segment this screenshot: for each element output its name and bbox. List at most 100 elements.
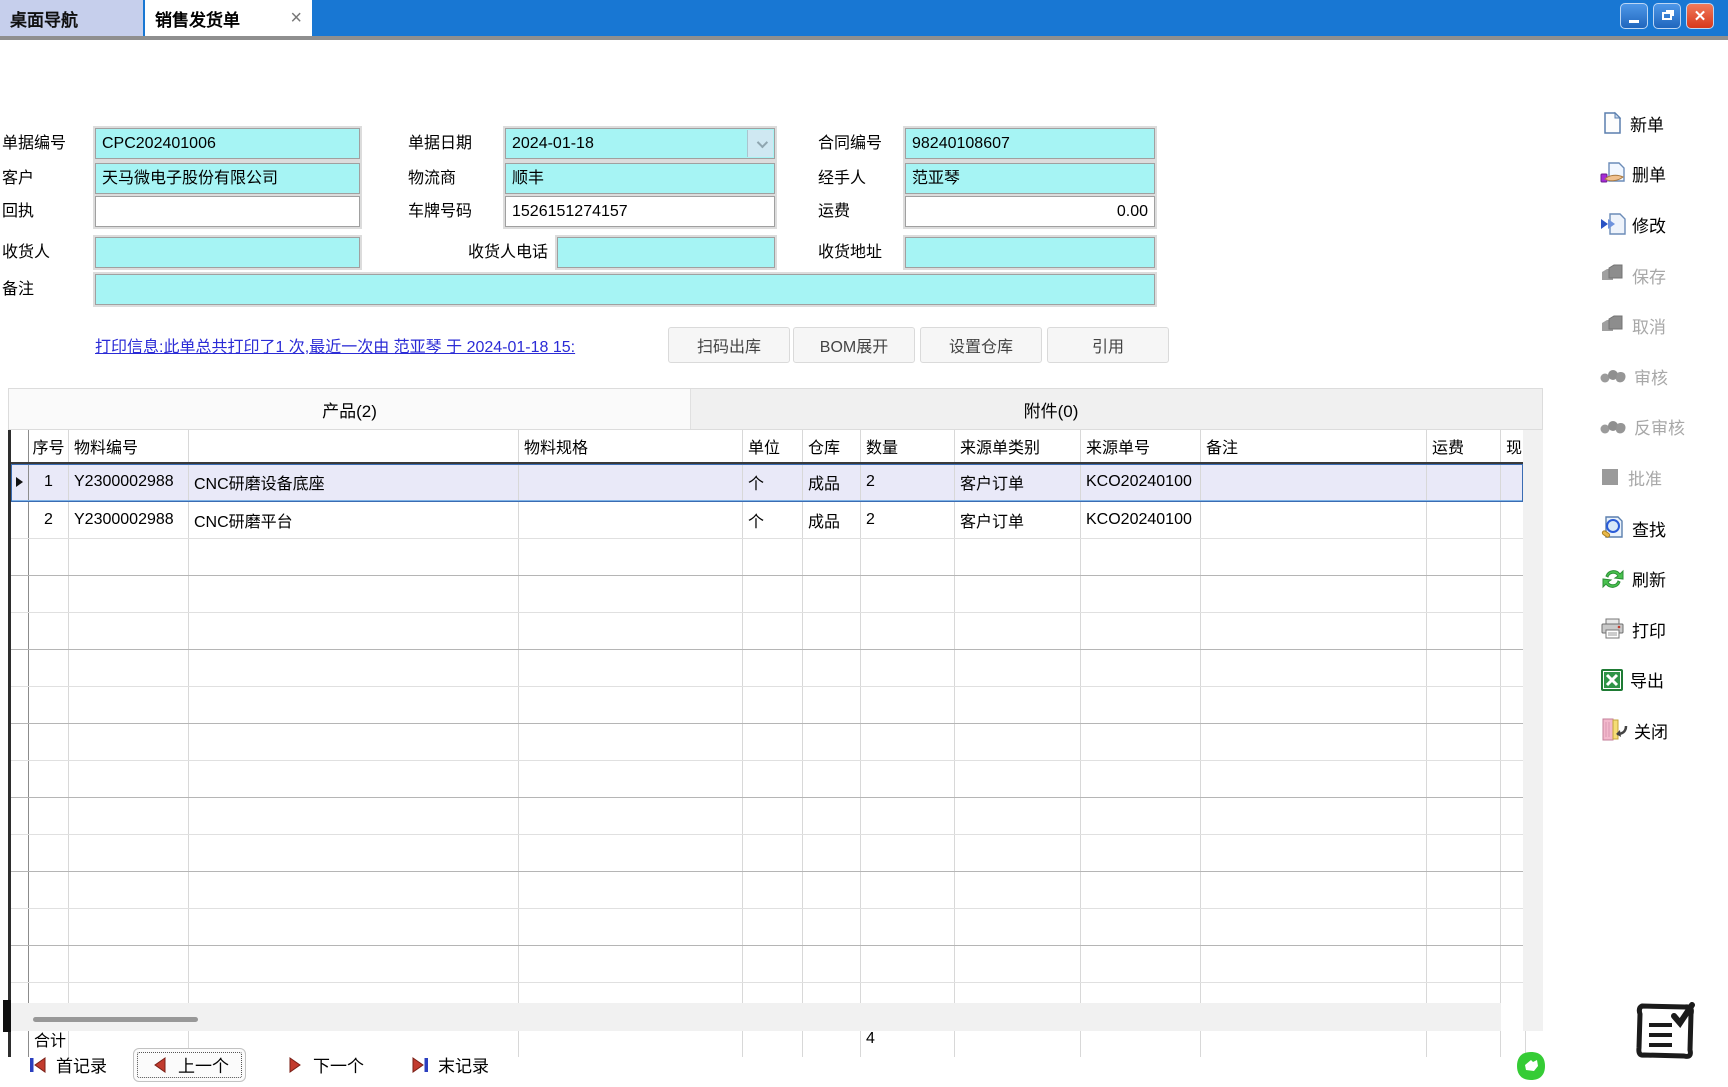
grid-cell[interactable]: KCO20240100 bbox=[1081, 502, 1201, 538]
grid-column-header[interactable]: 序号 bbox=[29, 430, 69, 462]
sidebar-button-refresh[interactable]: 刷新 bbox=[1600, 553, 1726, 604]
grid-cell-empty bbox=[1427, 909, 1501, 945]
grid-cell-empty bbox=[189, 872, 519, 908]
grid-cell[interactable]: 1 bbox=[29, 464, 69, 500]
set-warehouse-button[interactable]: 设置仓库 bbox=[920, 327, 1042, 363]
grid-cell-empty bbox=[743, 576, 803, 612]
grid-cell[interactable]: KCO20240100 bbox=[1081, 464, 1201, 500]
grid-cell-empty bbox=[1081, 576, 1201, 612]
grid-column-header[interactable]: 物料编号 bbox=[69, 430, 189, 462]
grid-cell[interactable]: Y2300002988 bbox=[69, 464, 189, 500]
grid-cell[interactable]: 个 bbox=[743, 502, 803, 538]
row-selector bbox=[11, 872, 29, 908]
grid-cell[interactable]: 成品 bbox=[803, 502, 861, 538]
freight-field[interactable]: 0.00 bbox=[905, 196, 1155, 227]
grid-cell-empty bbox=[69, 687, 189, 723]
recnav-prev-record[interactable]: 上一个 bbox=[133, 1048, 246, 1082]
grid-column-header[interactable]: 仓库 bbox=[803, 430, 861, 462]
grid-cell-empty bbox=[519, 724, 743, 760]
grid-cell[interactable]: 客户订单 bbox=[955, 502, 1081, 538]
titlebar: 桌面导航 销售发货单 × ✕ bbox=[0, 0, 1728, 36]
recnav-last-record[interactable]: 末记录 bbox=[410, 1048, 489, 1082]
grid-cell-empty bbox=[69, 613, 189, 649]
grid-cell[interactable] bbox=[1427, 464, 1501, 500]
sidebar-button-label: 新单 bbox=[1630, 111, 1664, 136]
sidebar-button-find[interactable]: 查找 bbox=[1600, 503, 1726, 554]
grid-cell-empty bbox=[1427, 650, 1501, 686]
grid-cell[interactable] bbox=[519, 502, 743, 538]
empty-row bbox=[11, 909, 1523, 946]
grid-cell[interactable]: CNC研磨设备底座 bbox=[189, 464, 519, 500]
tab-desktop-nav[interactable]: 桌面导航 bbox=[0, 0, 143, 36]
grid-cell-empty bbox=[189, 724, 519, 760]
horizontal-scrollbar-thumb[interactable] bbox=[33, 1017, 198, 1022]
grid-cell-empty bbox=[861, 761, 955, 797]
recnav-next-record[interactable]: 下一个 bbox=[285, 1048, 364, 1082]
row-selector[interactable] bbox=[11, 464, 29, 500]
recnav-first-record[interactable]: 首记录 bbox=[28, 1048, 107, 1082]
grid-column-header[interactable]: 数量 bbox=[861, 430, 955, 462]
grid-cell[interactable]: 客户订单 bbox=[955, 464, 1081, 500]
date-dropdown-icon[interactable] bbox=[747, 130, 773, 157]
grid-cell[interactable]: CNC研磨平台 bbox=[189, 502, 519, 538]
close-icon[interactable]: ✕ bbox=[1686, 3, 1714, 29]
address-field[interactable] bbox=[905, 237, 1155, 268]
grid-cell[interactable]: 2 bbox=[29, 502, 69, 538]
grid-cell[interactable] bbox=[1427, 502, 1501, 538]
grid-cell[interactable] bbox=[1201, 502, 1427, 538]
receipt-field[interactable] bbox=[95, 196, 360, 227]
doc-date-field[interactable]: 2024-01-18 bbox=[505, 128, 775, 159]
doc-no-field[interactable]: CPC202401006 bbox=[95, 128, 360, 159]
sidebar-button-close-door[interactable]: 关闭 bbox=[1600, 705, 1726, 756]
tab-attachments[interactable]: 附件(0) bbox=[691, 389, 1411, 429]
bom-expand-button[interactable]: BOM展开 bbox=[793, 327, 915, 363]
remark-field[interactable] bbox=[95, 274, 1155, 305]
grid-cell-empty bbox=[743, 539, 803, 575]
grid-cell-empty bbox=[803, 909, 861, 945]
grid-cell[interactable] bbox=[519, 464, 743, 500]
grid-cell-empty bbox=[69, 761, 189, 797]
grid-cell-empty bbox=[955, 872, 1081, 908]
grid-column-header[interactable]: 备注 bbox=[1201, 430, 1427, 462]
minimize-icon[interactable] bbox=[1620, 3, 1648, 29]
grid-column-header[interactable]: 来源单号 bbox=[1081, 430, 1201, 462]
grid-cell-empty bbox=[1081, 909, 1201, 945]
grid-column-header[interactable]: 物料规格 bbox=[519, 430, 743, 462]
scan-outbound-button[interactable]: 扫码出库 bbox=[668, 327, 790, 363]
tab-close-icon[interactable]: × bbox=[290, 8, 302, 28]
row-selector[interactable] bbox=[11, 502, 29, 538]
consignee-tel-field[interactable] bbox=[557, 237, 775, 268]
empty-row bbox=[11, 576, 1523, 613]
vertical-scrollbar[interactable] bbox=[1523, 430, 1543, 1031]
grid-cell[interactable]: 个 bbox=[743, 464, 803, 500]
grid-cell-empty bbox=[29, 909, 69, 945]
tab-products[interactable]: 产品(2) bbox=[9, 389, 691, 429]
grid-column-header[interactable] bbox=[189, 430, 519, 462]
table-row: 2Y2300002988CNC研磨平台个成品2客户订单KCO20240100 bbox=[11, 502, 1523, 539]
grid-cell-empty bbox=[29, 724, 69, 760]
tab-sales-delivery[interactable]: 销售发货单 × bbox=[145, 0, 312, 36]
grid-column-header[interactable]: 来源单类别 bbox=[955, 430, 1081, 462]
sidebar-button-modify[interactable]: 修改 bbox=[1600, 199, 1726, 250]
contract-no-field[interactable]: 98240108607 bbox=[905, 128, 1155, 159]
sidebar-button-print[interactable]: 打印 bbox=[1600, 604, 1726, 655]
consignee-field[interactable] bbox=[95, 237, 360, 268]
grid-cell[interactable]: 成品 bbox=[803, 464, 861, 500]
plate-no-field[interactable]: 1526151274157 bbox=[505, 196, 775, 227]
logistics-field[interactable]: 顺丰 bbox=[505, 163, 775, 194]
restore-icon[interactable] bbox=[1653, 3, 1681, 29]
grid-column-header[interactable]: 单位 bbox=[743, 430, 803, 462]
quote-button[interactable]: 引用 bbox=[1047, 327, 1169, 363]
sidebar-button-label: 批准 bbox=[1628, 465, 1662, 490]
sidebar-button-new-doc[interactable]: 新单 bbox=[1600, 98, 1726, 149]
grid-column-header[interactable]: 运费 bbox=[1427, 430, 1501, 462]
grid-cell[interactable] bbox=[1201, 464, 1427, 500]
grid-cell[interactable]: 2 bbox=[861, 464, 955, 500]
grid-splitter-handle[interactable] bbox=[3, 1000, 11, 1032]
sidebar-button-export[interactable]: 导出 bbox=[1600, 655, 1726, 706]
grid-cell[interactable]: Y2300002988 bbox=[69, 502, 189, 538]
grid-cell[interactable]: 2 bbox=[861, 502, 955, 538]
handler-field[interactable]: 范亚琴 bbox=[905, 163, 1155, 194]
customer-field[interactable]: 天马微电子股份有限公司 bbox=[95, 163, 360, 194]
sidebar-button-delete-doc[interactable]: 删单 bbox=[1600, 149, 1726, 200]
